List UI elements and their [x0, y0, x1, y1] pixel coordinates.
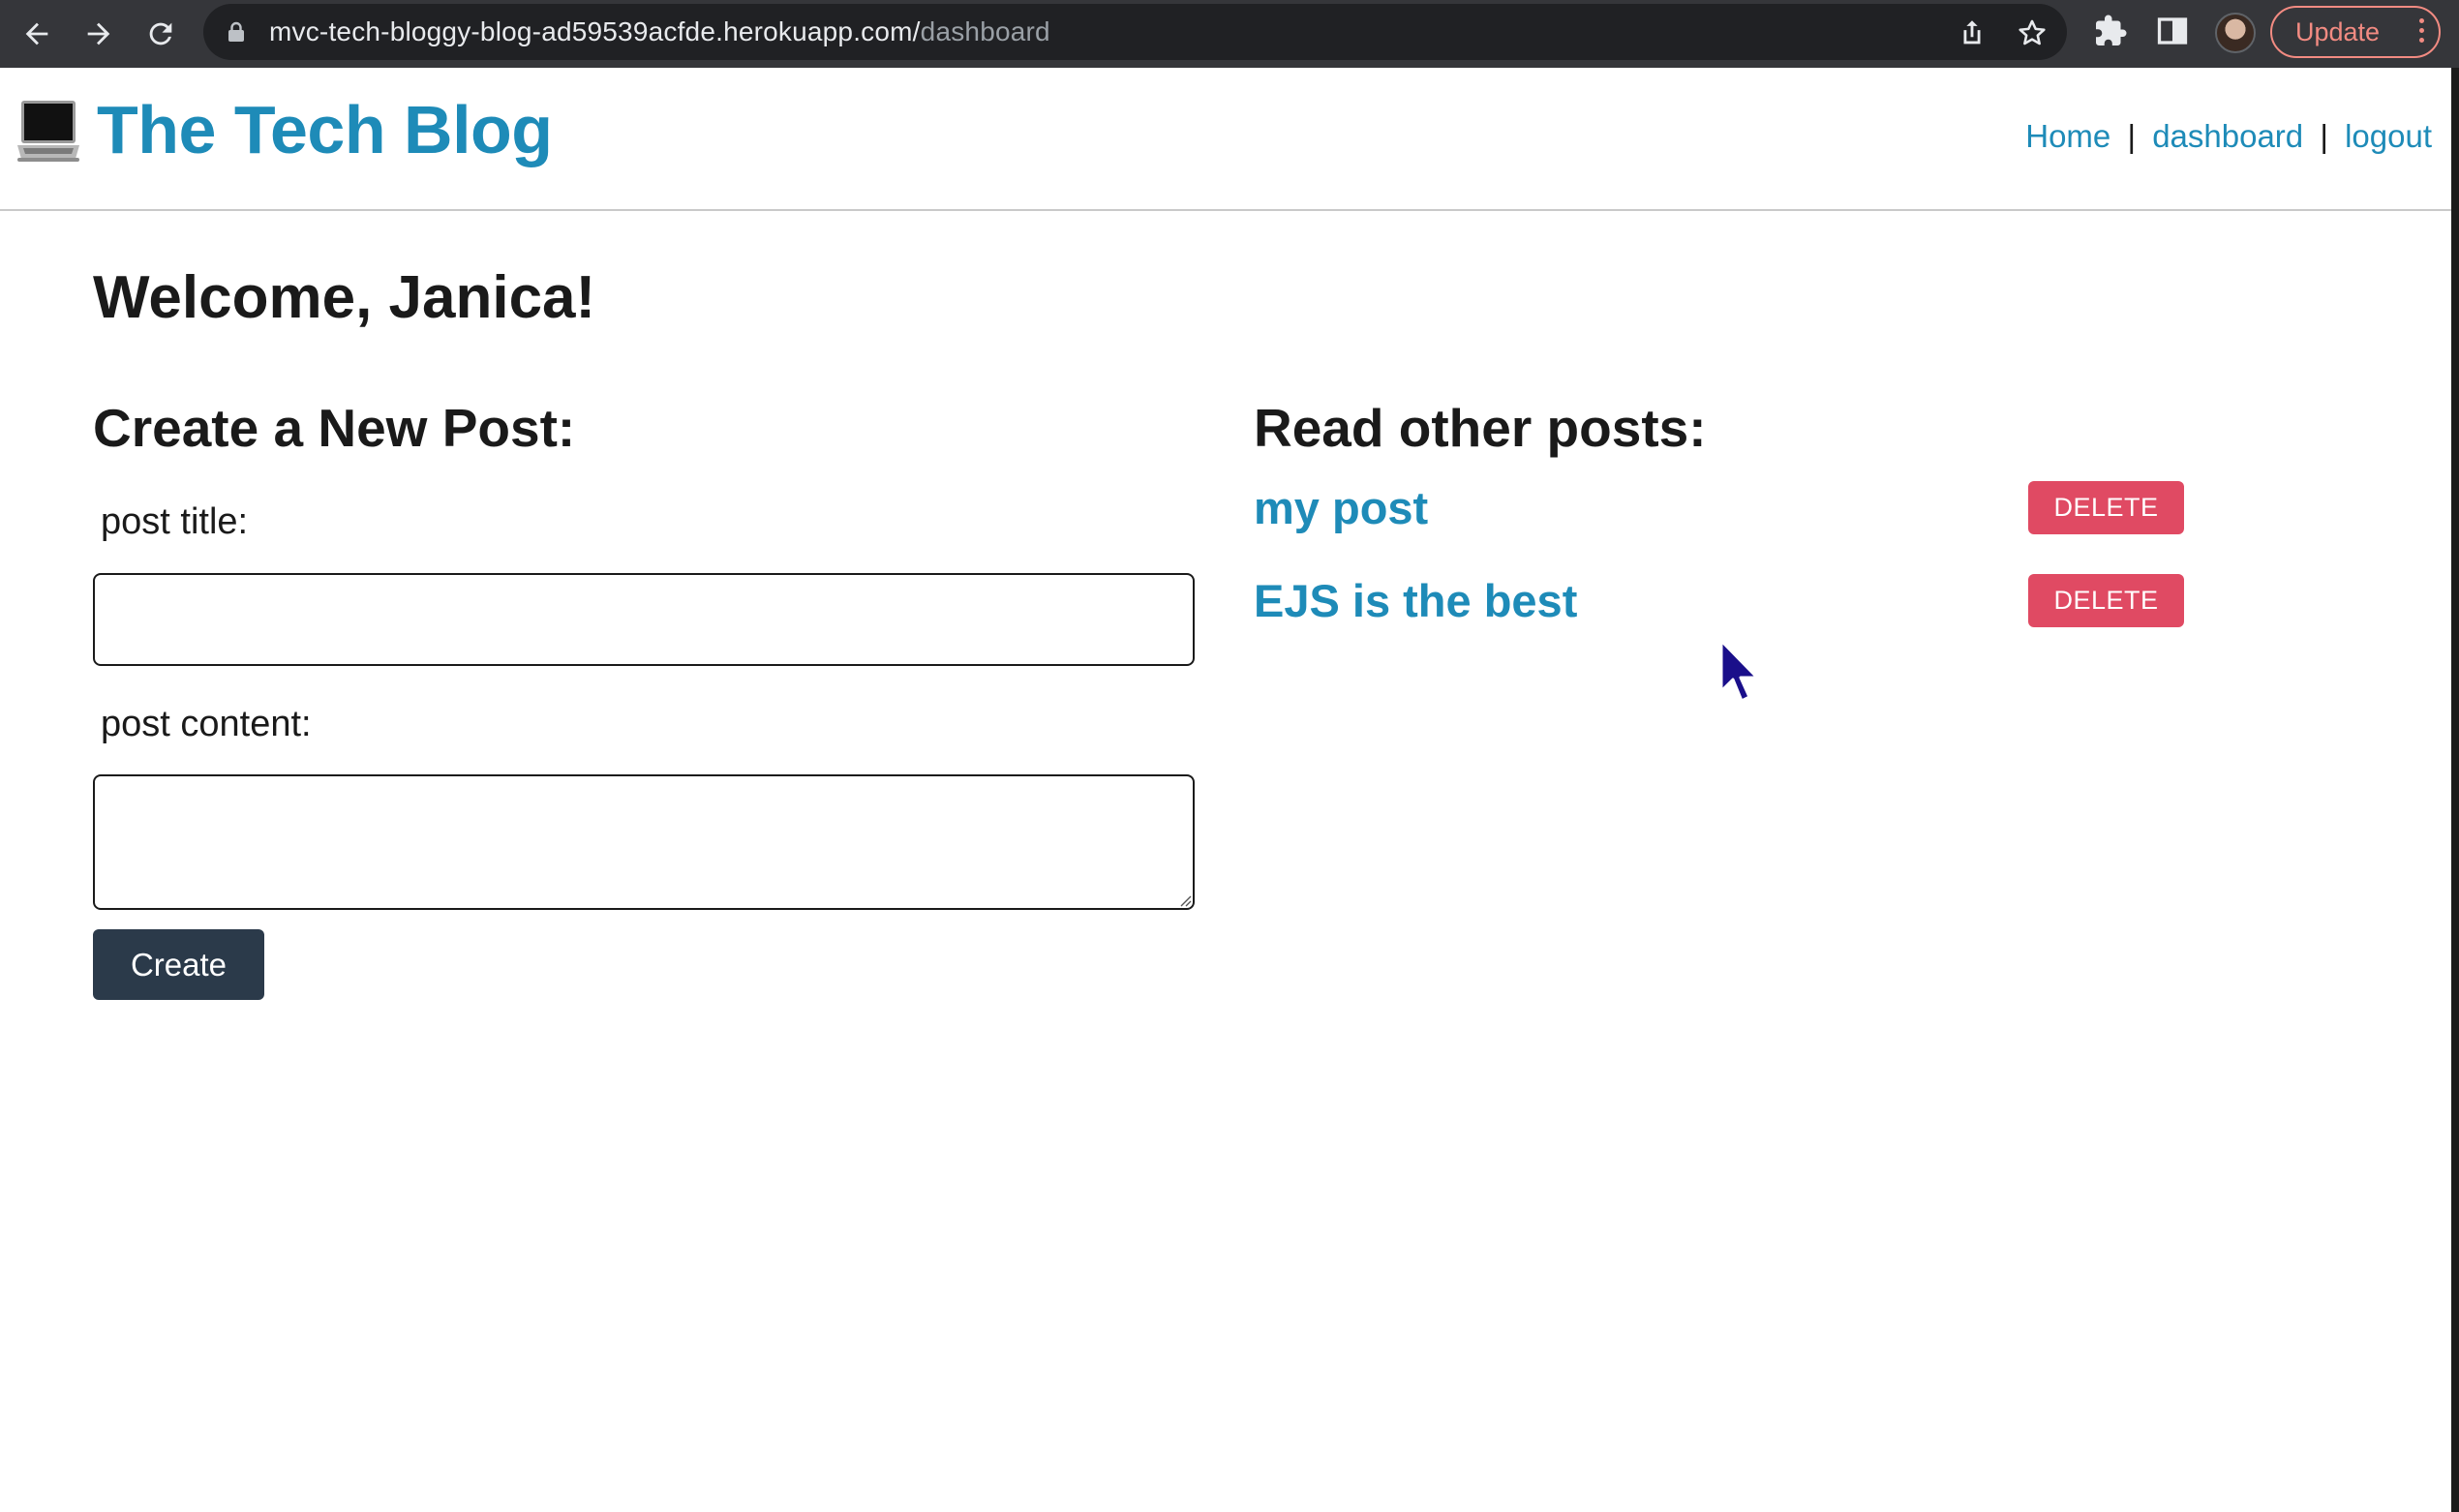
address-bar[interactable]: mvc-tech-bloggy-blog-ad59539acfde.heroku… [203, 4, 2067, 60]
share-button[interactable] [1956, 16, 1988, 49]
post-link[interactable]: my post [1254, 481, 1428, 534]
post-title-label: post title: [101, 501, 249, 542]
share-icon [1963, 20, 1981, 45]
reload-button[interactable] [137, 11, 184, 57]
top-nav: Home | dashboard | logout [2025, 118, 2432, 155]
post-link[interactable]: EJS is the best [1254, 574, 1577, 627]
extensions-button[interactable] [2093, 14, 2128, 48]
nav-home-link[interactable]: Home [2025, 118, 2110, 154]
nav-separator: | [2127, 118, 2137, 154]
more-vert-icon [2419, 18, 2425, 45]
laptop-icon [17, 101, 79, 162]
post-content-textarea[interactable] [93, 774, 1195, 910]
list-item: my post DELETE [1254, 481, 2184, 549]
site-header: The Tech Blog Home | dashboard | logout [0, 68, 2451, 211]
url-path: dashboard [920, 16, 1050, 46]
posts-heading: Read other posts: [1254, 398, 1707, 458]
update-label: Update [2295, 17, 2381, 46]
delete-button[interactable]: DELETE [2028, 574, 2184, 627]
lock-icon [228, 21, 244, 42]
resize-grip-icon[interactable] [1178, 893, 1192, 907]
update-button[interactable]: Update [2270, 6, 2441, 58]
bookmark-button[interactable] [2016, 16, 2049, 49]
puzzle-icon [2096, 15, 2127, 45]
profile-avatar[interactable] [2215, 13, 2256, 53]
url-text: mvc-tech-bloggy-blog-ad59539acfde.heroku… [269, 4, 1050, 60]
nav-separator: | [2320, 118, 2328, 154]
forward-button[interactable] [76, 11, 122, 57]
window-edge [2451, 68, 2459, 1512]
post-title-input[interactable] [93, 573, 1195, 666]
site-title[interactable]: The Tech Blog [97, 91, 553, 168]
mouse-cursor-icon [1719, 639, 1759, 703]
post-content-wrapper [93, 774, 1195, 910]
forward-arrow-icon [87, 22, 110, 45]
delete-button[interactable]: DELETE [2028, 481, 2184, 534]
post-content-label: post content: [101, 704, 312, 744]
side-panel-icon [2157, 17, 2188, 45]
url-host: mvc-tech-bloggy-blog-ad59539acfde.heroku… [269, 16, 921, 46]
create-button[interactable]: Create [93, 929, 264, 1000]
nav-dashboard-link[interactable]: dashboard [2152, 118, 2303, 154]
list-item: EJS is the best DELETE [1254, 574, 2184, 642]
back-button[interactable] [14, 11, 60, 57]
browser-toolbar: mvc-tech-bloggy-blog-ad59539acfde.heroku… [0, 0, 2459, 68]
nav-logout-link[interactable]: logout [2345, 118, 2432, 154]
welcome-heading: Welcome, Janica! [93, 264, 596, 331]
back-arrow-icon [25, 22, 48, 45]
side-panel-button[interactable] [2155, 14, 2190, 48]
star-icon [2019, 19, 2046, 45]
create-post-heading: Create a New Post: [93, 398, 576, 458]
reload-icon [149, 22, 172, 45]
